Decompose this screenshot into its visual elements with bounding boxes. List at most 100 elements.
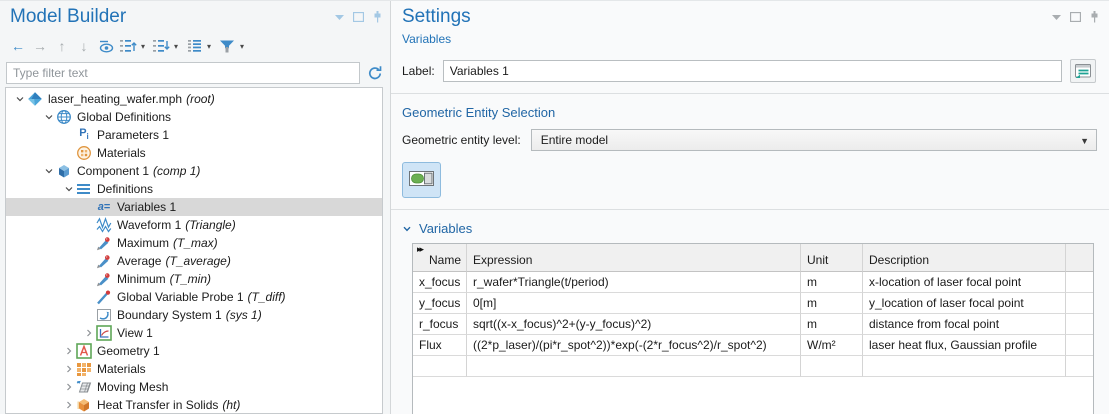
tree-item-heat-transfer-in-solids-ht[interactable]: Heat Transfer in Solids(ht) xyxy=(6,396,382,414)
tree-item-component-1-comp-1[interactable]: Component 1(comp 1) xyxy=(6,162,382,180)
cell-unit[interactable]: m xyxy=(801,314,863,335)
chevron-right-icon[interactable] xyxy=(62,346,75,356)
label-row: Label: xyxy=(391,50,1109,93)
tree-item-view-1[interactable]: View 1 xyxy=(6,324,382,342)
dropdown-caret-icon[interactable]: ▾ xyxy=(141,42,145,51)
move-down-icon[interactable]: ↓ xyxy=(75,37,93,55)
tree-item-label: laser_heating_wafer.mph xyxy=(48,92,182,106)
section-collapse-chevron-icon[interactable] xyxy=(402,224,412,234)
tree-item-materials[interactable]: Materials xyxy=(6,360,382,378)
back-arrow-icon[interactable]: ← xyxy=(9,37,27,55)
cell-unit[interactable] xyxy=(801,356,863,377)
table-empty-area[interactable] xyxy=(413,377,1093,414)
column-header-description[interactable]: Description xyxy=(863,244,1066,272)
cell-unit[interactable]: m xyxy=(801,272,863,293)
cell-expression[interactable]: 0[m] xyxy=(467,293,801,314)
tree-item-geometry-1[interactable]: Geometry 1 xyxy=(6,342,382,360)
cell-name[interactable]: Flux xyxy=(413,335,467,356)
panel-menu-icon[interactable] xyxy=(335,13,344,21)
tree-item-moving-mesh[interactable]: Moving Mesh xyxy=(6,378,382,396)
pin-icon[interactable] xyxy=(1090,11,1099,23)
tree-item-waveform-1-triangle[interactable]: Waveform 1(Triangle) xyxy=(6,216,382,234)
active-selection-toggle-button[interactable] xyxy=(402,162,441,198)
filter-input[interactable] xyxy=(6,62,360,84)
cell-expression[interactable]: sqrt((x-x_focus)^2+(y-y_focus)^2) xyxy=(467,314,801,335)
tree-item-maximum-t-max[interactable]: Maximum(T_max) xyxy=(6,234,382,252)
cell-description[interactable]: x-location of laser focal point xyxy=(863,272,1066,293)
dropdown-caret-icon[interactable]: ▾ xyxy=(174,42,178,51)
chevron-right-icon[interactable] xyxy=(62,400,75,410)
float-icon[interactable] xyxy=(1070,12,1081,22)
tree-item-variables-1[interactable]: a=Variables 1 xyxy=(6,198,382,216)
tree-item-materials[interactable]: Materials xyxy=(6,144,382,162)
tree-item-laser-heating-wafer-mph-root[interactable]: laser_heating_wafer.mph (root) xyxy=(6,90,382,108)
cell-description[interactable]: distance from focal point xyxy=(863,314,1066,335)
collapse-all-icon[interactable] xyxy=(152,37,170,55)
node-label-icon[interactable] xyxy=(185,37,203,55)
cell-blank[interactable] xyxy=(1066,272,1093,293)
cell-blank[interactable] xyxy=(1066,314,1093,335)
rename-icon[interactable] xyxy=(1070,59,1096,83)
table-row-r-focus: r_focussqrt((x-x_focus)^2+(y-y_focus)^2)… xyxy=(413,314,1093,335)
label-input[interactable] xyxy=(443,60,1062,82)
cell-description[interactable]: laser heat flux, Gaussian profile xyxy=(863,335,1066,356)
cell-blank[interactable] xyxy=(1066,356,1093,377)
chevron-down-icon[interactable] xyxy=(62,184,75,194)
tree-item-minimum-t-min[interactable]: Minimum(T_min) xyxy=(6,270,382,288)
cell-name[interactable]: y_focus xyxy=(413,293,467,314)
tree-item-global-definitions[interactable]: Global Definitions xyxy=(6,108,382,126)
tree-item-label: Maximum xyxy=(117,236,169,250)
forward-arrow-icon[interactable]: → xyxy=(31,37,49,55)
tree-item-boundary-system-1-sys-1[interactable]: Boundary System 1(sys 1) xyxy=(6,306,382,324)
column-header-expression[interactable]: Expression xyxy=(467,244,801,272)
tree-item-global-variable-probe-1-t-diff[interactable]: Global Variable Probe 1(T_diff) xyxy=(6,288,382,306)
cell-expression[interactable] xyxy=(467,356,801,377)
model-builder-title: Model Builder xyxy=(10,5,126,29)
column-header-name[interactable]: ▸▸Name xyxy=(413,244,467,272)
dropdown-caret-icon[interactable]: ▾ xyxy=(240,42,244,51)
tree-item-label: Component 1 xyxy=(77,164,149,178)
cell-blank[interactable] xyxy=(1066,293,1093,314)
move-up-icon[interactable]: ↑ xyxy=(53,37,71,55)
tree-item-label: Average xyxy=(117,254,161,268)
globe-icon xyxy=(56,109,72,125)
chevron-down-icon[interactable] xyxy=(13,94,26,104)
tree-item-definitions[interactable]: Definitions xyxy=(6,180,382,198)
dropdown-caret-icon[interactable]: ▾ xyxy=(207,42,211,51)
settings-window-controls xyxy=(1052,5,1099,23)
sort-indicator-icon: ▸▸ xyxy=(417,244,422,255)
float-icon[interactable] xyxy=(353,12,364,22)
chevron-right-icon[interactable] xyxy=(82,328,95,338)
show-icon[interactable] xyxy=(97,37,115,55)
geometric-entity-level-select[interactable]: Entire model ▼ xyxy=(531,129,1097,151)
tree-item-label: Geometry 1 xyxy=(97,344,160,358)
panel-menu-icon[interactable] xyxy=(1052,13,1061,21)
cell-unit[interactable]: W/m² xyxy=(801,335,863,356)
cell-unit[interactable]: m xyxy=(801,293,863,314)
chevron-right-icon[interactable] xyxy=(62,364,75,374)
tree-item-label: Materials xyxy=(97,362,146,376)
tree-item-parameters-1[interactable]: PiParameters 1 xyxy=(6,126,382,144)
cell-name[interactable]: r_focus xyxy=(413,314,467,335)
chevron-down-icon[interactable] xyxy=(42,166,55,176)
cell-expression[interactable]: r_wafer*Triangle(t/period) xyxy=(467,272,801,293)
tree-item-label: Moving Mesh xyxy=(97,380,168,394)
view-icon xyxy=(96,325,112,341)
column-header-unit[interactable]: Unit xyxy=(801,244,863,272)
pin-icon[interactable] xyxy=(373,11,382,23)
cell-name[interactable] xyxy=(413,356,467,377)
cell-blank[interactable] xyxy=(1066,335,1093,356)
model-builder-toolbar: ←→↑↓ ▾ ▾ ▾ ▾ xyxy=(0,33,390,58)
expand-all-icon[interactable] xyxy=(119,37,137,55)
cell-expression[interactable]: ((2*p_laser)/(pi*r_spot^2))*exp(-(2*r_fo… xyxy=(467,335,801,356)
chevron-down-icon[interactable] xyxy=(42,112,55,122)
cell-name[interactable]: x_focus xyxy=(413,272,467,293)
chevron-right-icon[interactable] xyxy=(62,382,75,392)
cell-description[interactable]: y_location of laser focal point xyxy=(863,293,1066,314)
refresh-icon[interactable] xyxy=(367,65,383,81)
filter-icon[interactable] xyxy=(218,37,236,55)
cell-description[interactable] xyxy=(863,356,1066,377)
tree-item-tag: (root) xyxy=(186,92,215,106)
tree-item-average-t-average[interactable]: Average(T_average) xyxy=(6,252,382,270)
tree-item-label: View 1 xyxy=(117,326,153,340)
